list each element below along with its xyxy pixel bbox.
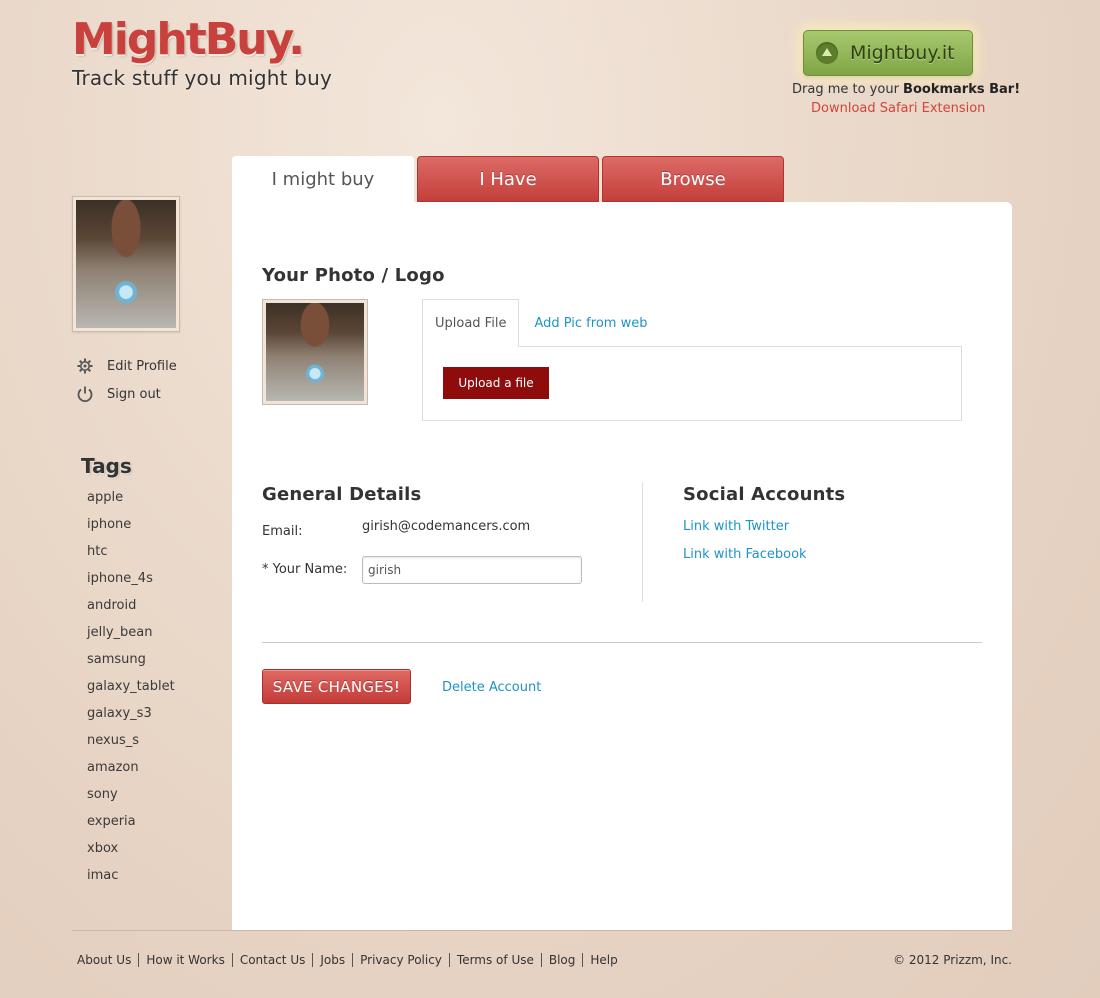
tab-i-might-buy[interactable]: I might buy: [232, 156, 414, 202]
tag-item[interactable]: nexus_s: [87, 733, 175, 760]
site-tagline: Track stuff you might buy: [72, 66, 332, 90]
footer-link-contact[interactable]: Contact Us: [231, 953, 313, 967]
footer-divider: [72, 930, 1012, 931]
section-divider: [262, 642, 982, 643]
footer-nav: About Us How it Works Contact Us Jobs Pr…: [77, 953, 625, 967]
drag-text-bold: Bookmarks Bar!: [903, 82, 1021, 97]
photo-section-title: Your Photo / Logo: [262, 265, 445, 286]
tag-item[interactable]: imac: [87, 868, 175, 895]
profile-photo-preview: [262, 299, 368, 405]
upload-tabs: Upload File Add Pic from web: [422, 299, 659, 347]
main-panel: Your Photo / Logo Upload File Add Pic fr…: [232, 202, 1012, 930]
delete-account-link[interactable]: Delete Account: [442, 680, 541, 695]
tag-item[interactable]: amazon: [87, 760, 175, 787]
tag-item[interactable]: apple: [87, 490, 175, 517]
general-details-title: General Details: [262, 484, 422, 505]
tag-item[interactable]: experia: [87, 814, 175, 841]
photo-upload-widget: Upload File Add Pic from web Upload a fi…: [422, 299, 962, 421]
safari-extension-link[interactable]: Download Safari Extension: [811, 101, 985, 116]
column-divider: [642, 482, 643, 602]
gear-icon: [76, 357, 94, 375]
footer-link-privacy[interactable]: Privacy Policy: [352, 953, 449, 967]
name-label: * Your Name:: [262, 562, 348, 577]
tab-browse[interactable]: Browse: [602, 156, 784, 202]
tag-item[interactable]: iphone_4s: [87, 571, 175, 598]
upload-pane: Upload a file: [422, 346, 962, 421]
email-label: Email:: [262, 524, 303, 539]
profile-menu: Edit Profile Sign out: [76, 352, 177, 408]
edit-profile-link[interactable]: Edit Profile: [76, 352, 177, 380]
bookmarklet-instructions: Drag me to your Bookmarks Bar!: [792, 82, 1020, 97]
drag-text-prefix: Drag me to your: [792, 82, 904, 97]
footer-link-about[interactable]: About Us: [77, 953, 138, 967]
name-field[interactable]: [362, 556, 582, 584]
tag-item[interactable]: galaxy_tablet: [87, 679, 175, 706]
tab-upload-file[interactable]: Upload File: [422, 299, 520, 347]
upload-file-button[interactable]: Upload a file: [443, 367, 549, 399]
footer-link-jobs[interactable]: Jobs: [312, 953, 352, 967]
site-logo[interactable]: MightBuy.: [72, 14, 305, 65]
footer-link-help[interactable]: Help: [582, 953, 624, 967]
tag-item[interactable]: htc: [87, 544, 175, 571]
arrow-up-icon: [816, 42, 838, 64]
tab-i-have[interactable]: I Have: [417, 156, 599, 202]
profile-avatar[interactable]: [72, 196, 180, 332]
email-value: girish@codemancers.com: [362, 519, 531, 534]
save-changes-button[interactable]: SAVE CHANGES!: [262, 669, 411, 704]
bookmarklet-label: Mightbuy.it: [850, 42, 955, 64]
tag-item[interactable]: iphone: [87, 517, 175, 544]
sign-out-link[interactable]: Sign out: [76, 380, 177, 408]
footer-link-blog[interactable]: Blog: [540, 953, 583, 967]
tag-item[interactable]: android: [87, 598, 175, 625]
main-tabs: I might buy I Have Browse: [232, 156, 787, 202]
copyright-text: © 2012 Prizzm, Inc.: [893, 953, 1012, 967]
bookmarklet-button[interactable]: Mightbuy.it: [803, 30, 973, 76]
link-facebook[interactable]: Link with Facebook: [683, 547, 807, 562]
tags-list: apple iphone htc iphone_4s android jelly…: [87, 490, 175, 895]
tag-item[interactable]: samsung: [87, 652, 175, 679]
footer-link-how-it-works[interactable]: How it Works: [138, 953, 232, 967]
tag-item[interactable]: galaxy_s3: [87, 706, 175, 733]
avatar-image: [76, 200, 176, 328]
link-twitter[interactable]: Link with Twitter: [683, 519, 789, 534]
sign-out-label: Sign out: [107, 386, 161, 402]
edit-profile-label: Edit Profile: [107, 358, 177, 374]
tags-heading: Tags: [81, 454, 132, 478]
tag-item[interactable]: jelly_bean: [87, 625, 175, 652]
power-icon: [76, 385, 94, 403]
tag-item[interactable]: sony: [87, 787, 175, 814]
tag-item[interactable]: xbox: [87, 841, 175, 868]
social-accounts-title: Social Accounts: [683, 484, 846, 505]
tab-add-pic-from-web[interactable]: Add Pic from web: [519, 299, 659, 347]
photo-image: [266, 303, 364, 401]
footer-link-terms[interactable]: Terms of Use: [448, 953, 541, 967]
